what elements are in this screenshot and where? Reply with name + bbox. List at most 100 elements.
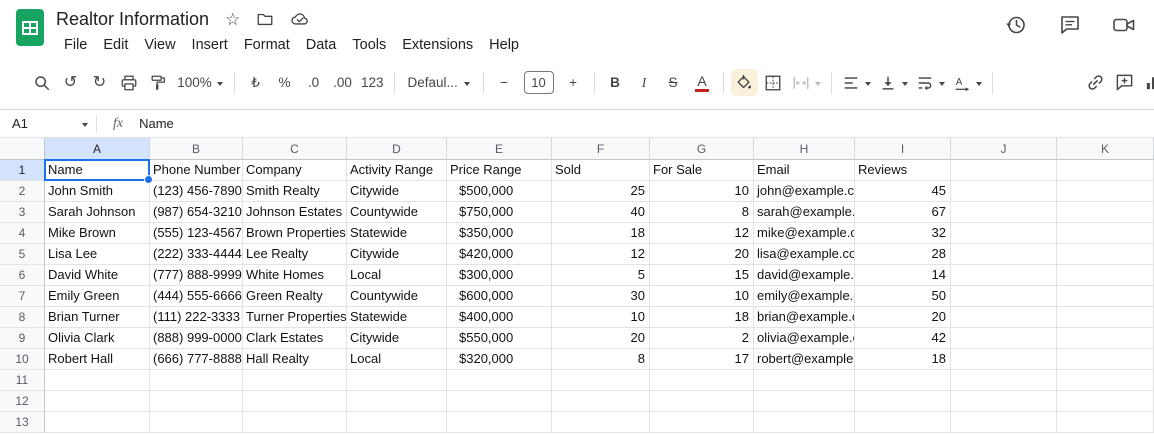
cell-F4[interactable]: 18: [552, 223, 650, 244]
cell-D7[interactable]: Countywide: [347, 286, 447, 307]
cell-H10[interactable]: robert@example.com: [754, 349, 855, 370]
menu-insert[interactable]: Insert: [184, 35, 236, 55]
cell-E2[interactable]: $500,000: [447, 181, 552, 202]
cell-E3[interactable]: $750,000: [447, 202, 552, 223]
menu-format[interactable]: Format: [236, 35, 298, 55]
row-header-13[interactable]: 13: [0, 412, 45, 433]
cell-J6[interactable]: [951, 265, 1057, 286]
version-history-button[interactable]: [1004, 13, 1028, 37]
cell-A9[interactable]: Olivia Clark: [45, 328, 150, 349]
cell-A13[interactable]: [45, 412, 150, 433]
cell-E5[interactable]: $420,000: [447, 244, 552, 265]
cell-H11[interactable]: [754, 370, 855, 391]
cell-H8[interactable]: brian@example.com: [754, 307, 855, 328]
paint-format-button[interactable]: [144, 69, 171, 96]
cell-B7[interactable]: (444) 555-6666: [150, 286, 243, 307]
cell-E11[interactable]: [447, 370, 552, 391]
row-header-2[interactable]: 2: [0, 181, 45, 202]
row-header-12[interactable]: 12: [0, 391, 45, 412]
insert-link-button[interactable]: [1082, 69, 1109, 96]
menu-data[interactable]: Data: [298, 35, 345, 55]
cell-G5[interactable]: 20: [650, 244, 754, 265]
cell-G11[interactable]: [650, 370, 754, 391]
column-header-C[interactable]: C: [243, 138, 347, 160]
cell-K12[interactable]: [1057, 391, 1154, 412]
cell-J4[interactable]: [951, 223, 1057, 244]
row-header-7[interactable]: 7: [0, 286, 45, 307]
menu-edit[interactable]: Edit: [95, 35, 136, 55]
sheets-logo[interactable]: [16, 9, 44, 46]
cell-I6[interactable]: 14: [855, 265, 951, 286]
cloud-status-button[interactable]: [290, 9, 310, 29]
cell-B4[interactable]: (555) 123-4567: [150, 223, 243, 244]
bold-button[interactable]: B: [602, 69, 629, 96]
cell-I8[interactable]: 20: [855, 307, 951, 328]
column-header-G[interactable]: G: [650, 138, 754, 160]
cell-A11[interactable]: [45, 370, 150, 391]
cell-I12[interactable]: [855, 391, 951, 412]
menu-view[interactable]: View: [136, 35, 183, 55]
cell-I9[interactable]: 42: [855, 328, 951, 349]
insert-chart-button[interactable]: [1140, 69, 1154, 96]
cell-G3[interactable]: 8: [650, 202, 754, 223]
menu-file[interactable]: File: [56, 35, 95, 55]
cell-J12[interactable]: [951, 391, 1057, 412]
cell-D10[interactable]: Local: [347, 349, 447, 370]
row-header-6[interactable]: 6: [0, 265, 45, 286]
fill-color-button[interactable]: [730, 69, 758, 96]
cell-F8[interactable]: 10: [552, 307, 650, 328]
cell-H7[interactable]: emily@example.com: [754, 286, 855, 307]
cell-J5[interactable]: [951, 244, 1057, 265]
cell-C6[interactable]: White Homes: [243, 265, 347, 286]
cell-A1[interactable]: Name: [44, 159, 153, 184]
cell-B10[interactable]: (666) 777-8888: [150, 349, 243, 370]
cell-F2[interactable]: 25: [552, 181, 650, 202]
cell-F1[interactable]: Sold: [552, 160, 650, 181]
cell-J10[interactable]: [951, 349, 1057, 370]
cell-G6[interactable]: 15: [650, 265, 754, 286]
cell-G12[interactable]: [650, 391, 754, 412]
italic-button[interactable]: I: [631, 69, 658, 96]
cell-K3[interactable]: [1057, 202, 1154, 223]
cell-H1[interactable]: Email: [754, 160, 855, 181]
cell-I4[interactable]: 32: [855, 223, 951, 244]
cell-C7[interactable]: Green Realty: [243, 286, 347, 307]
cell-I2[interactable]: 45: [855, 181, 951, 202]
cell-C3[interactable]: Johnson Estates: [243, 202, 347, 223]
row-header-8[interactable]: 8: [0, 307, 45, 328]
cell-H13[interactable]: [754, 412, 855, 433]
document-title[interactable]: Realtor Information: [56, 9, 209, 30]
cell-K5[interactable]: [1057, 244, 1154, 265]
borders-button[interactable]: [760, 69, 787, 96]
cell-A12[interactable]: [45, 391, 150, 412]
column-header-H[interactable]: H: [754, 138, 855, 160]
cell-C2[interactable]: Smith Realty: [243, 181, 347, 202]
cell-I1[interactable]: Reviews: [855, 160, 951, 181]
cell-H6[interactable]: david@example.com: [754, 265, 855, 286]
cell-A8[interactable]: Brian Turner: [45, 307, 150, 328]
cell-D11[interactable]: [347, 370, 447, 391]
column-header-E[interactable]: E: [447, 138, 552, 160]
decrease-decimal-button[interactable]: .0: [300, 69, 327, 96]
cell-H12[interactable]: [754, 391, 855, 412]
cell-K13[interactable]: [1057, 412, 1154, 433]
row-header-9[interactable]: 9: [0, 328, 45, 349]
cell-B1[interactable]: Phone Number: [150, 160, 243, 181]
print-button[interactable]: [115, 69, 142, 96]
cell-C12[interactable]: [243, 391, 347, 412]
cell-B2[interactable]: (123) 456-7890: [150, 181, 243, 202]
cell-J8[interactable]: [951, 307, 1057, 328]
cell-A6[interactable]: David White: [45, 265, 150, 286]
format-currency-button[interactable]: ₺: [242, 69, 269, 96]
cell-E1[interactable]: Price Range: [447, 160, 552, 181]
star-button[interactable]: ☆: [225, 9, 240, 29]
cell-F6[interactable]: 5: [552, 265, 650, 286]
cell-I10[interactable]: 18: [855, 349, 951, 370]
text-color-button[interactable]: A: [689, 69, 716, 96]
column-header-J[interactable]: J: [951, 138, 1057, 160]
cell-E12[interactable]: [447, 391, 552, 412]
increase-decimal-button[interactable]: .00: [329, 69, 356, 96]
cell-I11[interactable]: [855, 370, 951, 391]
cell-D2[interactable]: Citywide: [347, 181, 447, 202]
cell-B6[interactable]: (777) 888-9999: [150, 265, 243, 286]
